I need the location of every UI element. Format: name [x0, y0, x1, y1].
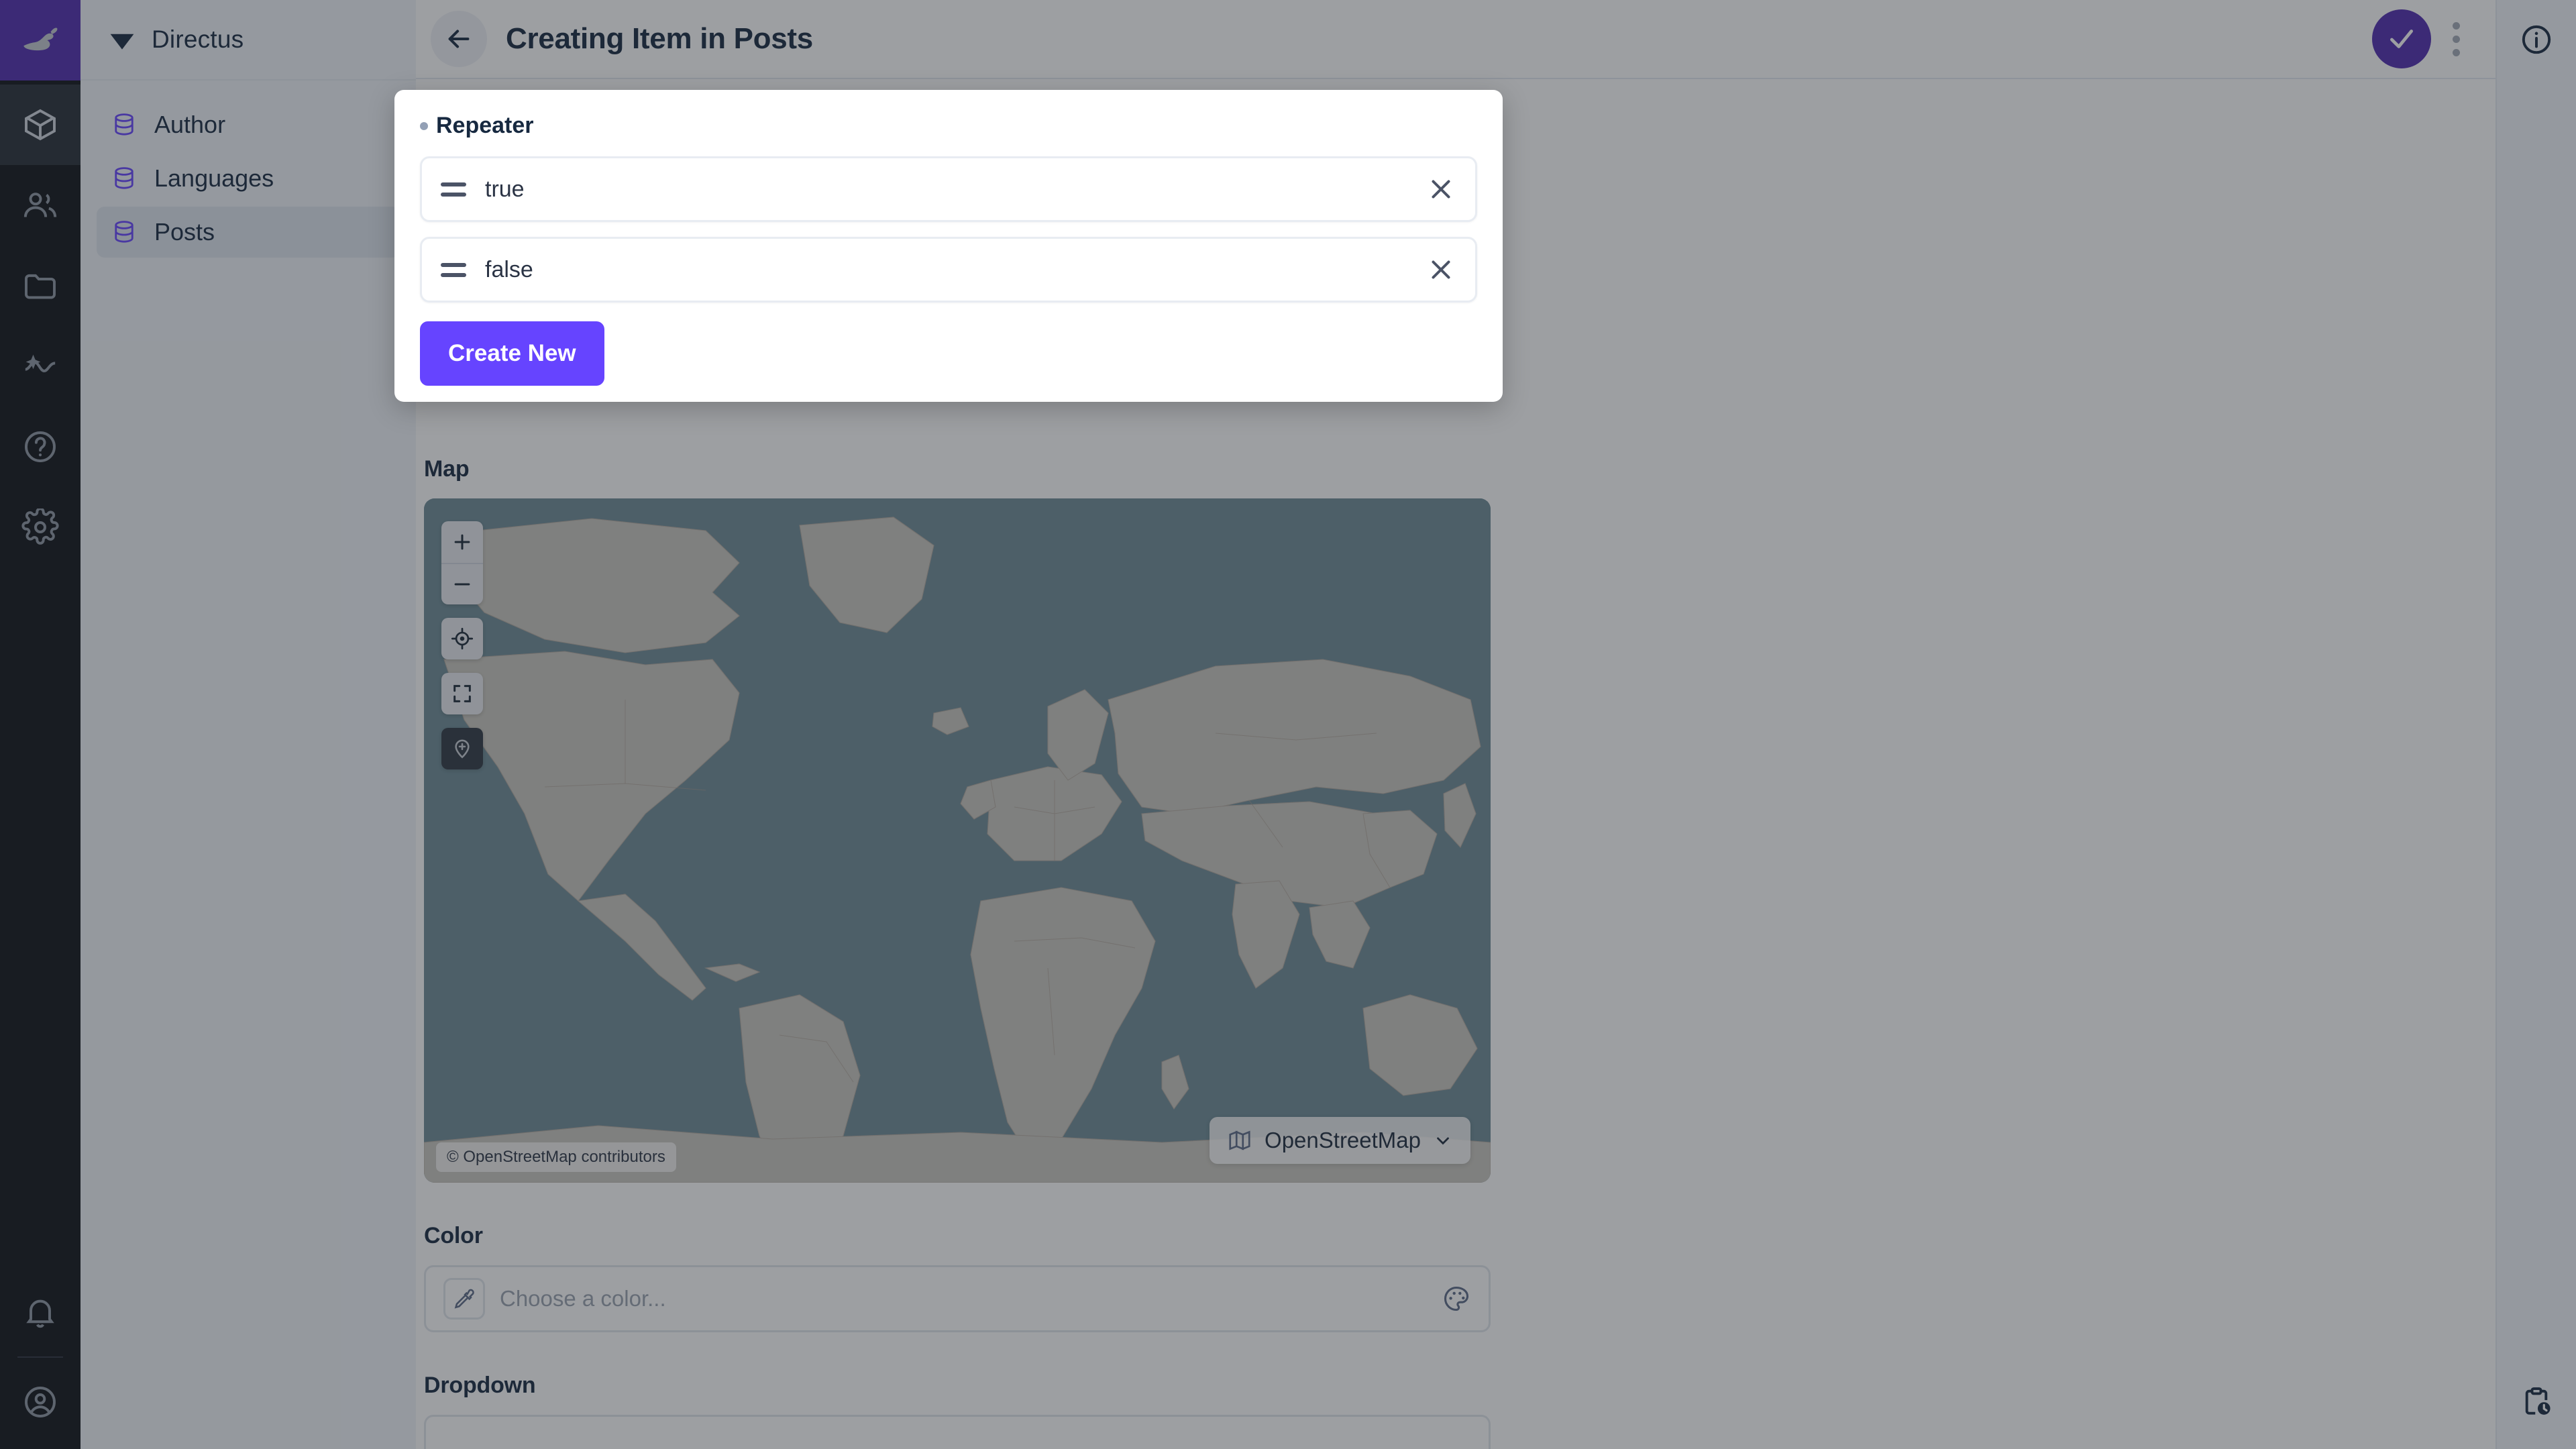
drag-handle-icon[interactable]: [441, 256, 468, 283]
repeater-row[interactable]: true: [420, 156, 1477, 222]
close-icon: [1426, 174, 1456, 205]
create-new-button[interactable]: Create New: [420, 321, 604, 386]
repeater-row[interactable]: false: [420, 237, 1477, 303]
repeater-field-label: Repeater: [420, 113, 1477, 139]
directus-app: Directus Author Languages: [0, 0, 2576, 1449]
drag-handle-icon[interactable]: [441, 176, 468, 203]
remove-row-button[interactable]: [1426, 254, 1456, 285]
close-icon: [1426, 254, 1456, 285]
remove-row-button[interactable]: [1426, 174, 1456, 205]
repeater-row-value: true: [485, 176, 1426, 203]
repeater-field-panel: Repeater true false Create New: [394, 90, 1503, 402]
repeater-label-text: Repeater: [436, 113, 534, 139]
required-indicator-icon: [420, 122, 428, 130]
repeater-row-value: false: [485, 257, 1426, 283]
